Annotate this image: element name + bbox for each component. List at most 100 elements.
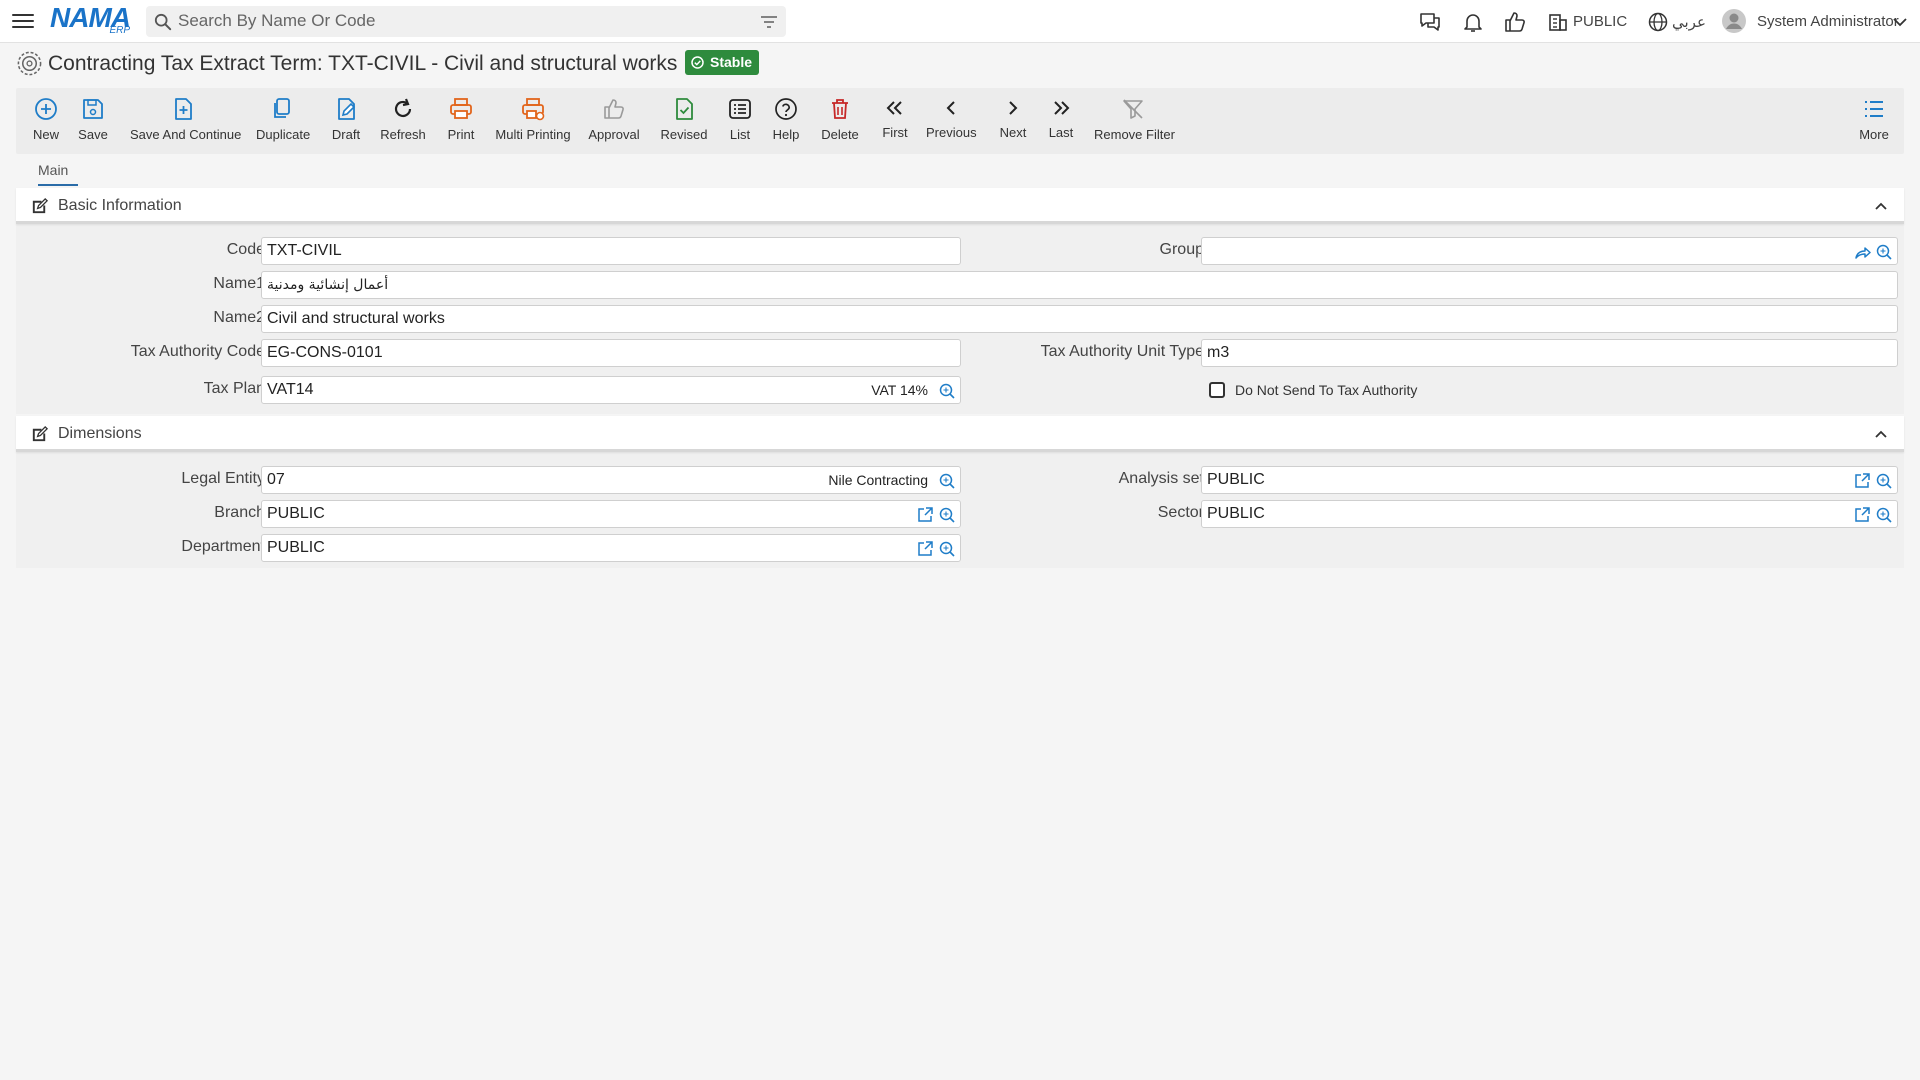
code-value: TXT-CIVIL	[267, 242, 342, 259]
print-button[interactable]: Print	[445, 96, 477, 150]
group-field[interactable]	[1201, 237, 1898, 265]
lookup-search-icon[interactable]	[938, 382, 956, 400]
branch-label: Branch	[214, 504, 265, 521]
previous-label: Previous	[926, 125, 977, 140]
basic-information-header[interactable]: Basic Information	[16, 188, 1904, 224]
delete-label: Delete	[821, 127, 859, 142]
lookup-search-icon[interactable]	[1875, 243, 1893, 261]
first-button[interactable]: First	[880, 96, 910, 150]
save-button[interactable]: Save	[77, 96, 109, 150]
thumbs-up-icon[interactable]	[1503, 10, 1527, 34]
previous-button[interactable]: Previous	[926, 96, 977, 150]
department-field[interactable]: PUBLIC	[261, 534, 961, 562]
revised-button[interactable]: Revised	[660, 96, 708, 150]
delete-button[interactable]: Delete	[820, 96, 860, 150]
lookup-search-icon[interactable]	[1875, 506, 1893, 524]
plus-circle-icon	[35, 98, 57, 120]
save-and-continue-button[interactable]: Save And Continue	[130, 96, 241, 150]
multi-printing-button[interactable]: Multi Printing	[495, 96, 571, 150]
remove-filter-button[interactable]: Remove Filter	[1094, 96, 1175, 150]
edit-icon	[32, 425, 49, 442]
next-button[interactable]: Next	[998, 96, 1028, 150]
search-input[interactable]	[178, 10, 738, 32]
building-icon	[1549, 14, 1567, 31]
new-label: New	[32, 127, 59, 142]
lookup-search-icon[interactable]	[938, 472, 956, 490]
tax-authority-unit-type-value: m3	[1207, 344, 1230, 361]
name1-field[interactable]: أعمال إنشائية ومدنية	[261, 271, 1898, 299]
last-button[interactable]: Last	[1046, 96, 1076, 150]
branch-value: PUBLIC	[267, 505, 325, 522]
tab-main[interactable]: Main	[38, 162, 68, 178]
lookup-search-icon[interactable]	[938, 540, 956, 558]
tab-active-indicator	[38, 184, 78, 186]
action-toolbar: New Save Save And Continue Duplicate Dra…	[16, 88, 1904, 154]
chevron-right-icon	[1009, 101, 1018, 115]
legal-entity-description: Nile Contracting	[828, 472, 928, 488]
analysis-set-value: PUBLIC	[1207, 471, 1265, 488]
chat-icon[interactable]	[1418, 10, 1442, 34]
draft-button[interactable]: Draft	[330, 96, 362, 150]
search-icon	[154, 13, 172, 31]
tab-bar: Main	[16, 158, 1904, 186]
multi-printing-label: Multi Printing	[495, 127, 571, 142]
new-button[interactable]: New	[30, 96, 62, 150]
open-link-icon[interactable]	[916, 540, 934, 558]
file-check-icon	[676, 98, 693, 120]
lookup-search-icon[interactable]	[938, 506, 956, 524]
do-not-send-checkbox[interactable]	[1209, 382, 1225, 398]
analysis-set-label: Analysis set	[1118, 470, 1204, 487]
section-title: Dimensions	[58, 425, 142, 442]
menu-icon[interactable]	[12, 11, 34, 31]
code-label: Code	[226, 241, 265, 258]
chevron-up-icon[interactable]	[1874, 199, 1888, 213]
branch-field[interactable]: PUBLIC	[261, 500, 961, 528]
analysis-set-field[interactable]: PUBLIC	[1201, 466, 1898, 494]
duplicate-button[interactable]: Duplicate	[256, 96, 310, 150]
first-label: First	[882, 125, 908, 140]
legal-entity-field[interactable]: 07 Nile Contracting	[261, 466, 961, 494]
department-label: Department	[181, 538, 265, 555]
group-label: Group	[1159, 241, 1204, 258]
more-button[interactable]: More	[1858, 96, 1890, 150]
lookup-search-icon[interactable]	[1875, 472, 1893, 490]
tax-plan-field[interactable]: VAT14 VAT 14%	[261, 376, 961, 404]
list-button[interactable]: List	[726, 96, 754, 150]
open-link-icon[interactable]	[1853, 506, 1871, 524]
help-button[interactable]: Help	[772, 96, 800, 150]
name2-field[interactable]: Civil and structural works	[261, 305, 1898, 333]
basic-information-panel: Basic Information Code TXT-CIVIL Group N…	[16, 188, 1904, 414]
open-link-icon[interactable]	[916, 506, 934, 524]
help-label: Help	[772, 127, 800, 142]
list-icon	[729, 99, 751, 119]
more-list-icon	[1865, 101, 1883, 117]
remove-filter-label: Remove Filter	[1094, 127, 1175, 142]
global-search	[146, 6, 786, 37]
open-link-icon[interactable]	[1853, 472, 1871, 490]
filter-icon[interactable]	[760, 14, 778, 30]
avatar[interactable]	[1721, 8, 1747, 34]
draft-edit-icon	[338, 98, 356, 120]
refresh-button[interactable]: Refresh	[380, 96, 426, 150]
tax-authority-unit-type-field[interactable]: m3	[1201, 339, 1898, 367]
dimensions-header[interactable]: Dimensions	[16, 416, 1904, 452]
logo[interactable]: NAMA ERP	[50, 4, 134, 38]
company-selector[interactable]: PUBLIC	[1573, 13, 1627, 30]
code-field[interactable]: TXT-CIVIL	[261, 237, 961, 265]
sector-value: PUBLIC	[1207, 505, 1265, 522]
language-selector[interactable]: عربي	[1672, 13, 1706, 31]
tax-authority-code-field[interactable]: EG-CONS-0101	[261, 339, 961, 367]
share-icon[interactable]	[1853, 243, 1871, 261]
bell-icon[interactable]	[1461, 10, 1485, 34]
sector-field[interactable]: PUBLIC	[1201, 500, 1898, 528]
user-name[interactable]: System Administrator	[1757, 13, 1899, 30]
chevron-up-icon[interactable]	[1874, 427, 1888, 441]
approval-button[interactable]: Approval	[588, 96, 640, 150]
printer-icon	[450, 98, 472, 119]
draft-label: Draft	[331, 127, 361, 142]
sector-label: Sector	[1157, 504, 1204, 521]
revised-label: Revised	[660, 127, 708, 142]
tax-plan-value: VAT14	[267, 381, 314, 398]
chevron-down-icon[interactable]	[1892, 14, 1908, 30]
tax-plan-label: Tax Plan	[203, 380, 265, 397]
